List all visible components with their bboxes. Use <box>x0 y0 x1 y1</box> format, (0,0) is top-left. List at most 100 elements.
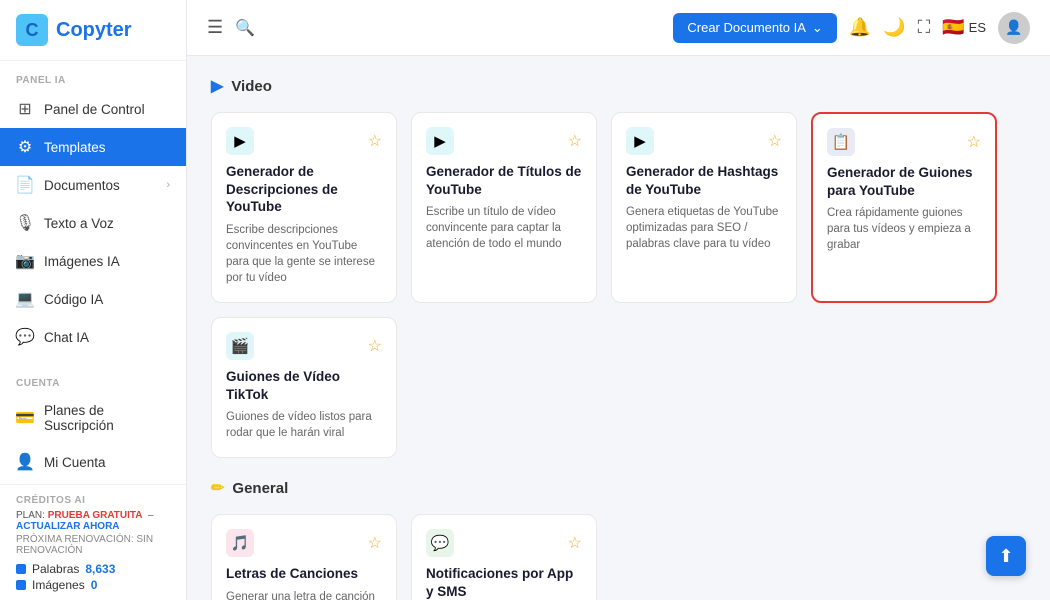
card-header: ▶ ☆ <box>626 127 782 155</box>
card-icon: 💳 <box>16 409 34 427</box>
moon-icon[interactable]: 🌙 <box>883 17 905 38</box>
sidebar: C Copyter PANEL IA ⊞ Panel de Control ⚙ … <box>0 0 187 600</box>
search-icon[interactable]: 🔍 <box>235 18 255 38</box>
star-icon[interactable]: ☆ <box>967 132 981 152</box>
star-icon[interactable]: ☆ <box>368 336 382 356</box>
card-desc: Escribe un título de vídeo convincente p… <box>426 204 582 252</box>
topbar-left: ☰ 🔍 <box>207 17 255 38</box>
card-desc: Escribe descripciones convincentes en Yo… <box>226 222 382 286</box>
video-section-heading: ▶ Video <box>211 76 1026 96</box>
video-section-icon: ▶ <box>211 76 223 96</box>
sidebar-item-planes[interactable]: 💳 Planes de Suscripción <box>0 393 186 443</box>
card-header: 🎬 ☆ <box>226 332 382 360</box>
general-cards-grid: 🎵 ☆ Letras de Canciones Generar una letr… <box>211 514 1026 600</box>
grid-icon: ⊞ <box>16 100 34 118</box>
sidebar-item-label: Planes de Suscripción <box>44 403 170 433</box>
flag-icon: 🇪🇸 <box>942 17 964 38</box>
panel-section-label: PANEL IA <box>0 61 186 90</box>
card-desc: Crea rápidamente guiones para tus vídeos… <box>827 205 981 253</box>
video-section-label: Video <box>231 78 272 95</box>
logo-box: C <box>16 14 48 46</box>
lang-code: ES <box>969 20 986 35</box>
card-header: ▶ ☆ <box>426 127 582 155</box>
sidebar-item-panel-control[interactable]: ⊞ Panel de Control <box>0 90 186 128</box>
camera-icon: 📷 <box>16 252 34 270</box>
sidebar-item-label: Imágenes IA <box>44 254 120 269</box>
sidebar-item-label: Texto a Voz <box>44 216 114 231</box>
card-desc: Generar una letra de canción basada en s… <box>226 589 382 600</box>
palabras-count: 8,633 <box>85 562 115 576</box>
star-icon[interactable]: ☆ <box>368 131 382 151</box>
content-area: ▶ Video ▶ ☆ Generador de Descripciones d… <box>187 56 1050 600</box>
scroll-top-button[interactable]: ⬆ <box>986 536 1026 576</box>
credits-label: CRÉDITOS AI <box>16 495 170 506</box>
card-title: Guiones de Vídeo TikTok <box>226 368 382 403</box>
code-icon: 💻 <box>16 290 34 308</box>
sms-icon: 💬 <box>426 529 454 557</box>
sidebar-item-texto-voz[interactable]: 🎙 Texto a Voz <box>0 204 186 242</box>
video-cards-grid: ▶ ☆ Generador de Descripciones de YouTub… <box>211 112 1026 458</box>
star-icon[interactable]: ☆ <box>568 533 582 553</box>
card-desc: Genera etiquetas de YouTube optimizadas … <box>626 204 782 252</box>
sidebar-item-label: Chat IA <box>44 330 89 345</box>
sidebar-item-imagenes-ia[interactable]: 📷 Imágenes IA <box>0 242 186 280</box>
card-title: Letras de Canciones <box>226 565 382 583</box>
imagenes-dot <box>16 580 26 590</box>
sidebar-item-documentos[interactable]: 📄 Documentos › <box>0 166 186 204</box>
card-header: 📋 ☆ <box>827 128 981 156</box>
sidebar-item-codigo-ia[interactable]: 💻 Código IA <box>0 280 186 318</box>
credits-section: CRÉDITOS AI PLAN: PRUEBA GRATUITA – ACTU… <box>0 484 186 600</box>
language-selector[interactable]: 🇪🇸 ES <box>942 17 986 38</box>
video-icon: ▶ <box>426 127 454 155</box>
expand-icon[interactable]: ⛶ <box>918 17 931 38</box>
sidebar-item-label: Templates <box>44 140 106 155</box>
sidebar-item-label: Código IA <box>44 292 103 307</box>
renewal-info: PRÓXIMA RENOVACIÓN: SIN RENOVACIÓN <box>16 534 170 556</box>
card-gen-guiones-yt[interactable]: 📋 ☆ Generador de Guiones para YouTube Cr… <box>811 112 997 303</box>
card-guiones-tiktok[interactable]: 🎬 ☆ Guiones de Vídeo TikTok Guiones de v… <box>211 317 397 458</box>
plan-label: PLAN: <box>16 510 45 521</box>
pencil-icon: ✏ <box>211 478 224 498</box>
card-title: Generador de Descripciones de YouTube <box>226 163 382 216</box>
cuenta-section-label: CUENTA <box>0 364 186 393</box>
plan-info: PLAN: PRUEBA GRATUITA – ACTUALIZAR AHORA <box>16 510 170 532</box>
sidebar-item-label: Mi Cuenta <box>44 455 106 470</box>
palabras-label: Palabras <box>32 562 79 576</box>
video-icon: ▶ <box>626 127 654 155</box>
card-gen-desc-yt[interactable]: ▶ ☆ Generador de Descripciones de YouTub… <box>211 112 397 303</box>
plan-upgrade-link[interactable]: ACTUALIZAR AHORA <box>16 521 120 532</box>
avatar[interactable]: 👤 <box>998 12 1030 44</box>
menu-icon[interactable]: ☰ <box>207 17 223 38</box>
card-letras-canciones[interactable]: 🎵 ☆ Letras de Canciones Generar una letr… <box>211 514 397 600</box>
sidebar-item-label: Panel de Control <box>44 102 145 117</box>
user-icon: 👤 <box>16 453 34 471</box>
chevron-down-icon: ⌄ <box>812 20 823 36</box>
topbar-right: Crear Documento IA ⌄ 🔔 🌙 ⛶ 🇪🇸 ES 👤 <box>673 12 1030 44</box>
card-header: 💬 ☆ <box>426 529 582 557</box>
bell-icon[interactable]: 🔔 <box>849 17 871 38</box>
card-gen-titulos-yt[interactable]: ▶ ☆ Generador de Títulos de YouTube Escr… <box>411 112 597 303</box>
star-icon[interactable]: ☆ <box>768 131 782 151</box>
palabras-credit-row: Palabras 8,633 <box>16 562 170 576</box>
card-gen-hashtags-yt[interactable]: ▶ ☆ Generador de Hashtags de YouTube Gen… <box>611 112 797 303</box>
imagenes-count: 0 <box>91 578 98 592</box>
star-icon[interactable]: ☆ <box>368 533 382 553</box>
script-icon: 📋 <box>827 128 855 156</box>
create-document-button[interactable]: Crear Documento IA ⌄ <box>673 13 836 43</box>
sidebar-item-templates[interactable]: ⚙ Templates <box>0 128 186 166</box>
star-icon[interactable]: ☆ <box>568 131 582 151</box>
card-notif-app-sms[interactable]: 💬 ☆ Notificaciones por App y SMS Mensaje… <box>411 514 597 600</box>
imagenes-credit-row: Imágenes 0 <box>16 578 170 592</box>
create-btn-label: Crear Documento IA <box>687 20 806 35</box>
logo-name: Copyter <box>56 19 132 42</box>
sidebar-item-mi-cuenta[interactable]: 👤 Mi Cuenta <box>0 443 186 481</box>
card-header: ▶ ☆ <box>226 127 382 155</box>
imagenes-label: Imágenes <box>32 578 85 592</box>
chevron-right-icon: › <box>166 179 170 191</box>
card-header: 🎵 ☆ <box>226 529 382 557</box>
sidebar-item-chat-ia[interactable]: 💬 Chat IA <box>0 318 186 356</box>
card-desc: Guiones de vídeo listos para rodar que l… <box>226 409 382 441</box>
general-section-heading: ✏ General <box>211 478 1026 498</box>
plan-free-badge[interactable]: PRUEBA GRATUITA <box>48 510 143 521</box>
scroll-top-icon: ⬆ <box>998 546 1013 567</box>
